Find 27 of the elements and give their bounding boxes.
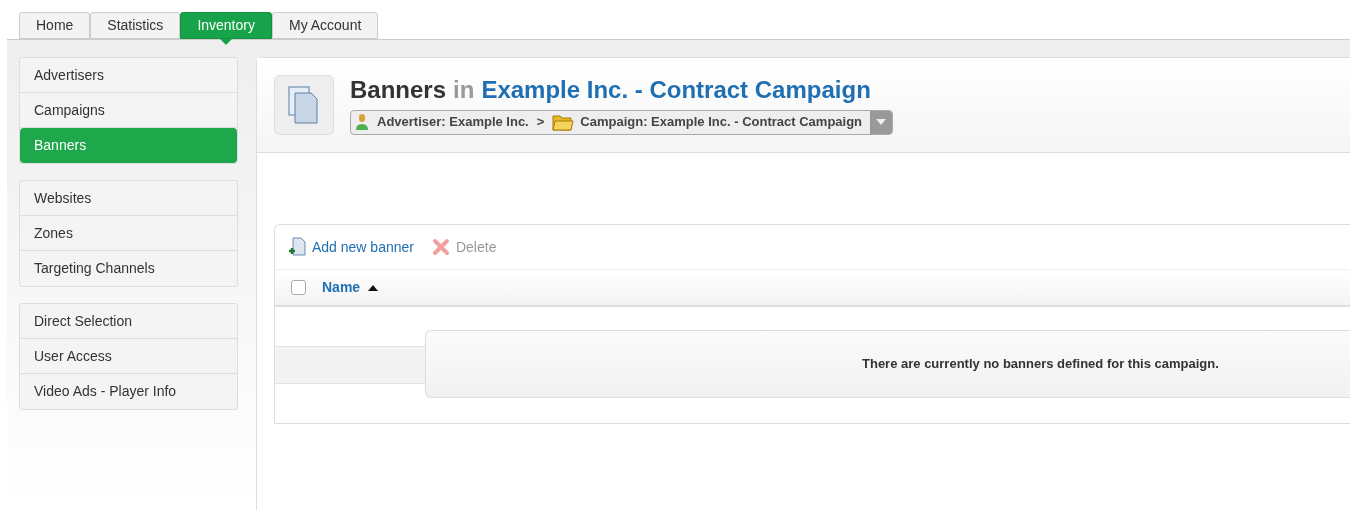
- campaign-title-link[interactable]: Example Inc. - Contract Campaign: [481, 75, 871, 104]
- advertiser-breadcrumb[interactable]: Advertiser: Example Inc.: [377, 112, 529, 132]
- banners-icon: [274, 75, 334, 135]
- campaign-breadcrumb[interactable]: Campaign: Example Inc. - Contract Campaign: [580, 112, 863, 132]
- sidebar-item[interactable]: Direct Selection: [20, 304, 237, 339]
- add-banner-button[interactable]: Add new banner: [288, 236, 414, 258]
- nav-tab[interactable]: My Account: [271, 12, 379, 39]
- sidebar-item[interactable]: Zones: [20, 216, 237, 251]
- empty-message: There are currently no banners defined for this campaign.: [862, 355, 1219, 374]
- sidebar-item[interactable]: Targeting Channels: [20, 251, 237, 286]
- name-column-header[interactable]: Name: [322, 277, 379, 298]
- nav-tab[interactable]: Statistics: [90, 12, 181, 39]
- add-document-icon: [288, 237, 306, 257]
- nav-tab[interactable]: Home: [19, 12, 91, 39]
- caret-icon: [876, 119, 887, 125]
- title-connector: in: [453, 75, 475, 104]
- dropdown-button[interactable]: [870, 110, 893, 134]
- person-icon: [355, 114, 369, 130]
- sidebar-item[interactable]: Video Ads - Player Info: [20, 374, 237, 409]
- sidebar-item[interactable]: Advertisers: [20, 58, 237, 93]
- delete-icon: [431, 238, 450, 256]
- folder-icon: [552, 113, 575, 131]
- sidebar-item[interactable]: User Access: [20, 339, 237, 374]
- sidebar-item[interactable]: Websites: [20, 181, 237, 216]
- breadcrumb-separator: >: [536, 113, 545, 132]
- page-title: Banners: [350, 75, 447, 104]
- select-all-checkbox[interactable]: [291, 280, 306, 295]
